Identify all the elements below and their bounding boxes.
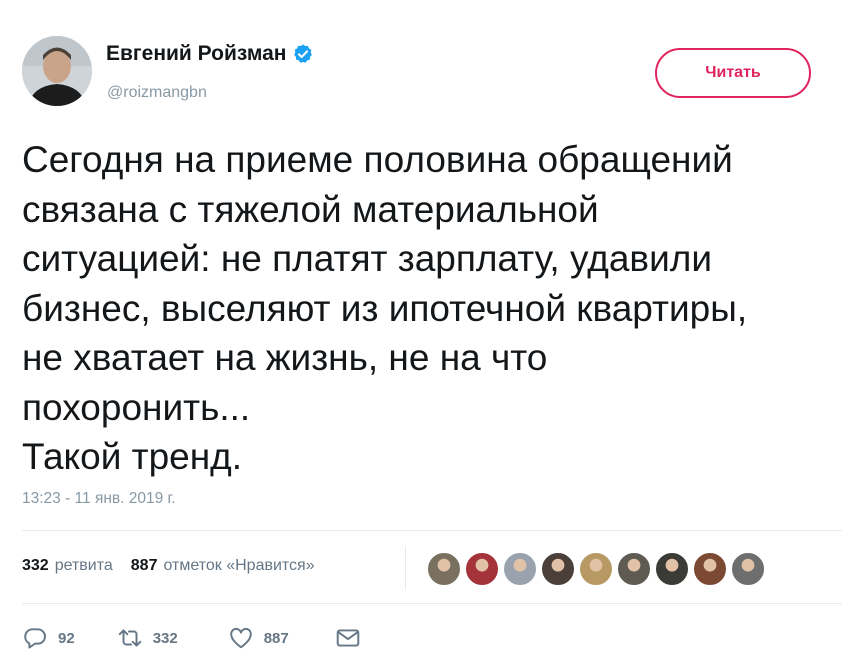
divider <box>22 603 842 604</box>
like-button[interactable]: 887 <box>228 625 289 651</box>
reply-button[interactable]: 92 <box>22 625 75 651</box>
liker-avatars <box>426 551 768 587</box>
liker-avatar[interactable] <box>464 551 500 587</box>
follow-button[interactable]: Читать <box>655 48 811 98</box>
reply-count: 92 <box>58 629 75 647</box>
heart-icon <box>229 627 252 649</box>
liker-avatar[interactable] <box>578 551 614 587</box>
likes-label[interactable]: отметок «Нравится» <box>163 557 314 575</box>
reply-icon <box>24 628 46 649</box>
divider <box>22 530 842 531</box>
likes-count[interactable]: 887 <box>131 557 158 575</box>
liker-avatar[interactable] <box>692 551 728 587</box>
stats-separator <box>405 546 406 590</box>
user-photo-icon <box>22 36 92 106</box>
display-name[interactable]: Евгений Ройзман <box>106 42 286 66</box>
tweet-text: Сегодня на приеме половина обращений свя… <box>22 139 748 477</box>
direct-message-button[interactable] <box>335 625 361 651</box>
envelope-icon <box>336 629 360 647</box>
retweets-count[interactable]: 332 <box>22 557 49 575</box>
retweets-label[interactable]: ретвита <box>55 557 113 575</box>
retweet-icon <box>118 629 141 647</box>
avatar[interactable] <box>22 36 92 106</box>
user-handle[interactable]: @roizmangbn <box>107 84 207 102</box>
liker-avatar[interactable] <box>616 551 652 587</box>
tweet-actions: 92 332 887 <box>22 624 361 652</box>
liker-avatar[interactable] <box>654 551 690 587</box>
liker-avatar[interactable] <box>502 551 538 587</box>
retweet-button[interactable]: 332 <box>117 625 178 651</box>
liker-avatar[interactable] <box>426 551 462 587</box>
tweet-stats: 332 ретвита 887 отметок «Нравится» <box>22 557 333 575</box>
retweet-count: 332 <box>152 629 178 647</box>
tweet-timestamp[interactable]: 13:23 - 11 янв. 2019 г. <box>22 490 176 508</box>
like-count: 887 <box>263 629 289 647</box>
name-row: Евгений Ройзман <box>106 42 314 66</box>
liker-avatar[interactable] <box>540 551 576 587</box>
verified-badge-icon <box>294 44 313 63</box>
liker-avatar[interactable] <box>730 551 766 587</box>
